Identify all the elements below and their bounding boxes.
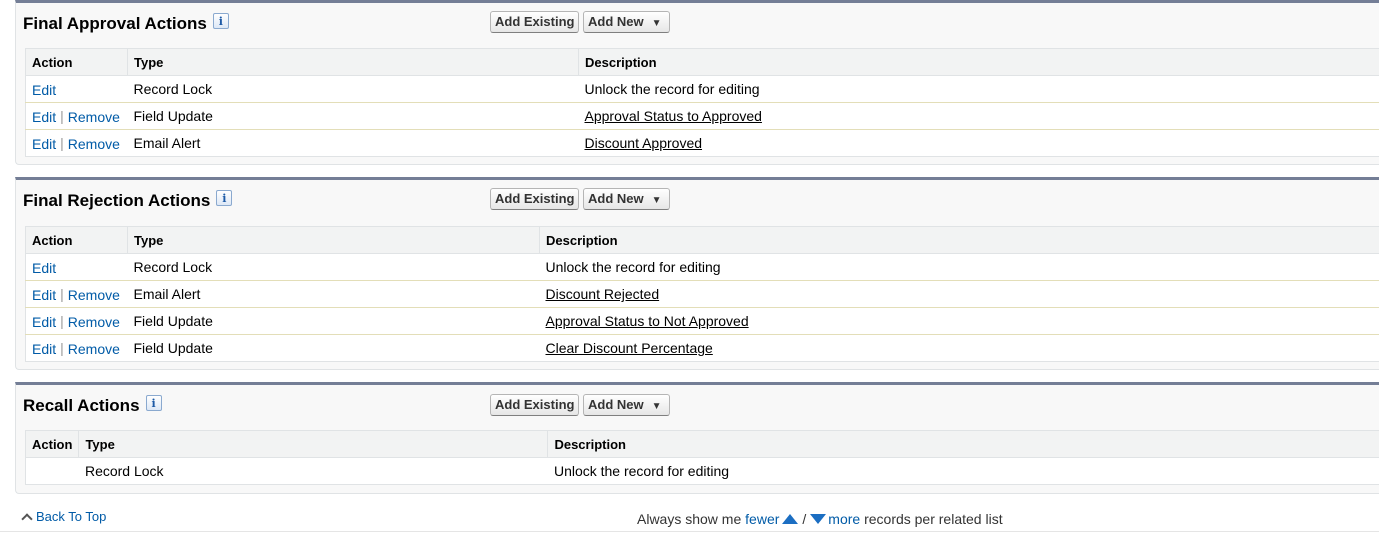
remove-link[interactable]: Remove xyxy=(68,109,120,125)
type-cell: Field Update xyxy=(127,307,540,335)
add-existing-button[interactable]: Add Existing xyxy=(490,11,580,33)
records-per-list-control: Always show me fewer / more records per … xyxy=(637,511,1003,527)
table-header-row: Action Type Description xyxy=(25,48,1379,76)
separator: | xyxy=(60,135,64,151)
description-cell: Clear Discount Percentage xyxy=(540,335,1379,362)
fewer-link[interactable]: fewer xyxy=(745,511,779,527)
table-row: Edit Record Lock Unlock the record for e… xyxy=(25,253,1379,281)
recall-title: Recall Actions i xyxy=(23,395,162,416)
action-cell: Edit xyxy=(25,75,128,103)
add-existing-button[interactable]: Add Existing xyxy=(490,188,580,210)
type-cell: Record Lock xyxy=(127,75,579,103)
column-header-type: Type xyxy=(127,226,540,254)
triangle-down-icon[interactable] xyxy=(810,514,827,524)
separator: | xyxy=(60,108,64,124)
description-link[interactable]: Approval Status to Approved xyxy=(585,108,762,124)
table-header-row: Action Type Description xyxy=(25,430,1379,458)
edit-link[interactable]: Edit xyxy=(32,136,56,152)
table-row: Edit | Remove Email Alert Discount Approve… xyxy=(26,130,1379,157)
edit-link[interactable]: Edit xyxy=(32,314,56,330)
table-header-row: Action Type Description xyxy=(25,226,1379,254)
edit-link[interactable]: Edit xyxy=(32,82,56,98)
info-icon[interactable]: i xyxy=(212,13,229,29)
info-icon[interactable]: i xyxy=(216,190,233,206)
edit-link[interactable]: Edit xyxy=(32,287,56,303)
description-link[interactable]: Clear Discount Percentage xyxy=(546,340,713,356)
final-approval-title: Final Approval Actions i xyxy=(23,13,229,34)
action-cell: Edit | Remove xyxy=(25,280,128,308)
column-header-type: Type xyxy=(127,48,579,76)
add-new-button[interactable]: Add New ▼ xyxy=(583,188,670,210)
column-header-description: Description xyxy=(547,430,1379,458)
type-cell: Field Update xyxy=(127,102,579,130)
column-header-action: Action xyxy=(25,430,79,458)
remove-link[interactable]: Remove xyxy=(68,314,120,330)
remove-link[interactable]: Remove xyxy=(68,136,120,152)
description-link[interactable]: Discount Approved xyxy=(585,135,703,151)
final-approval-section: Final Approval Actions i Add Existing Ad… xyxy=(15,0,1379,165)
type-cell: Record Lock xyxy=(127,253,540,281)
action-cell: Edit | Remove xyxy=(25,307,128,335)
separator: | xyxy=(60,286,64,302)
recall-section: Recall Actions i Add Existing Add New ▼ A… xyxy=(15,382,1379,494)
table-row: Edit | Remove Email Alert Discount Rejecte… xyxy=(25,280,1379,308)
table-row: Edit | Remove Field Update Approval Status… xyxy=(25,102,1379,130)
description-cell: Discount Approved xyxy=(579,130,1379,157)
divider xyxy=(0,531,1379,532)
final-rejection-table: Action Type Description Edit Record Lock… xyxy=(25,226,1379,362)
type-cell: Field Update xyxy=(133,340,213,356)
edit-link[interactable]: Edit xyxy=(32,109,56,125)
remove-link[interactable]: Remove xyxy=(68,341,120,357)
description-link[interactable]: Approval Status to Not Approved xyxy=(546,313,749,329)
type-cell: Record Lock xyxy=(84,463,164,479)
final-rejection-title: Final Rejection Actions i xyxy=(23,190,233,211)
final-rejection-section: Final Rejection Actions i Add Existing A… xyxy=(15,177,1379,370)
add-new-button[interactable]: Add New ▼ xyxy=(583,11,670,33)
recall-table: Action Type Description Record Lock Unlo… xyxy=(25,430,1379,485)
column-header-type: Type xyxy=(78,430,548,458)
action-cell: Edit xyxy=(25,253,128,281)
description-cell: Unlock the record for editing xyxy=(539,253,1379,281)
description-cell: Discount Rejected xyxy=(539,280,1379,308)
edit-link[interactable]: Edit xyxy=(32,260,56,276)
dropdown-arrow-icon: ▼ xyxy=(651,18,662,29)
table-row: Edit | Remove Field Update Clear Discount … xyxy=(26,335,1379,362)
column-header-action: Action xyxy=(25,226,128,254)
type-cell: Email Alert xyxy=(127,280,540,308)
column-header-action: Action xyxy=(25,48,128,76)
dropdown-arrow-icon: ▼ xyxy=(651,401,662,412)
back-to-top-link[interactable]: Back To Top xyxy=(21,509,106,525)
table-row: Edit Record Lock Unlock the record for e… xyxy=(25,75,1379,103)
action-cell: Edit | Remove xyxy=(26,130,128,157)
table-row: Record Lock Unlock the record for editin… xyxy=(26,458,1379,485)
add-existing-button[interactable]: Add Existing xyxy=(490,394,580,416)
table-row: Edit | Remove Field Update Approval Status… xyxy=(25,307,1379,335)
description-cell: Approval Status to Approved xyxy=(578,102,1379,130)
remove-link[interactable]: Remove xyxy=(68,287,120,303)
action-cell xyxy=(26,458,79,485)
separator: | xyxy=(60,313,64,329)
more-link[interactable]: more xyxy=(828,511,860,527)
column-header-description: Description xyxy=(539,226,1379,254)
type-cell: Email Alert xyxy=(133,135,201,151)
dropdown-arrow-icon: ▼ xyxy=(651,195,662,206)
info-icon[interactable]: i xyxy=(145,395,162,411)
description-cell: Unlock the record for editing xyxy=(578,75,1379,103)
triangle-up-icon[interactable] xyxy=(782,514,799,524)
action-cell: Edit | Remove xyxy=(26,335,128,362)
add-new-button[interactable]: Add New ▼ xyxy=(583,394,670,416)
description-link[interactable]: Discount Rejected xyxy=(546,286,660,302)
action-cell: Edit | Remove xyxy=(25,102,128,130)
separator: | xyxy=(60,340,64,356)
edit-link[interactable]: Edit xyxy=(32,341,56,357)
column-header-description: Description xyxy=(578,48,1379,76)
final-approval-table: Action Type Description Edit Record Lock… xyxy=(25,48,1379,157)
description-cell: Unlock the record for editing xyxy=(553,463,730,479)
chevron-up-icon xyxy=(21,512,33,525)
description-cell: Approval Status to Not Approved xyxy=(539,307,1379,335)
